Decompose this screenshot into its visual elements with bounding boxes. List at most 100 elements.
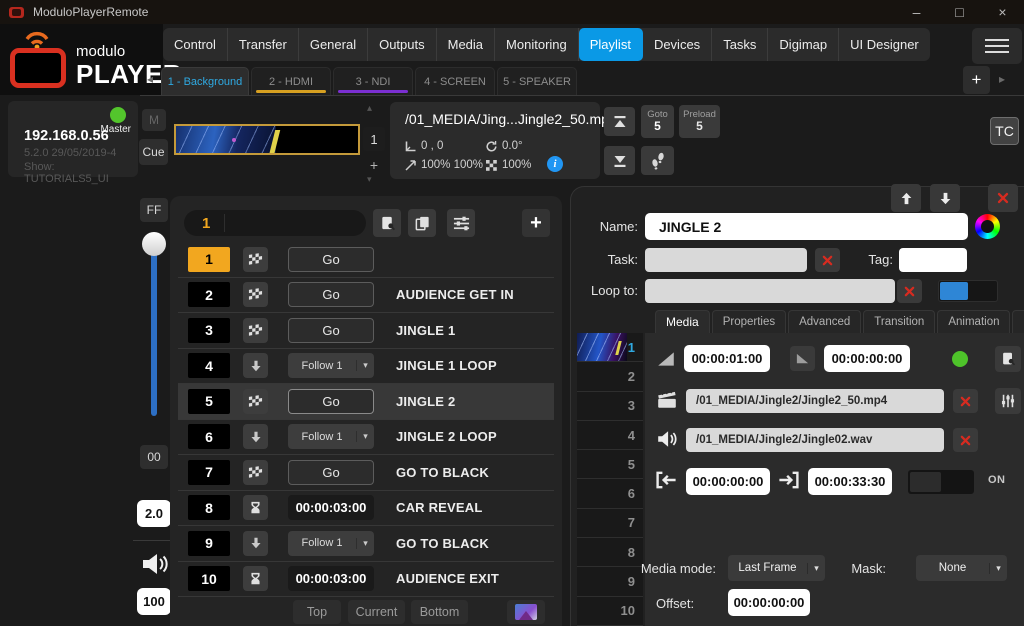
playlist-row[interactable]: 4 Follow 1 ▾ JINGLE 1 LOOP xyxy=(178,349,554,384)
layer-item-7[interactable]: 7 xyxy=(577,508,643,539)
nav-tab-media[interactable]: Media xyxy=(437,28,496,61)
ff-button[interactable]: FF xyxy=(140,198,168,222)
clear-loop-button[interactable] xyxy=(897,279,922,303)
go-top-button[interactable] xyxy=(604,107,635,136)
follow-dropdown[interactable]: Follow 1 ▾ xyxy=(288,530,374,556)
playlist-tab-5[interactable]: 5 - SPEAKER xyxy=(497,67,577,95)
playlist-row[interactable]: 8 00:00:03:00 CAR REVEAL xyxy=(178,491,554,526)
loop-toggle[interactable] xyxy=(938,280,998,302)
delete-cue-button[interactable] xyxy=(988,184,1018,212)
copy-cue-button[interactable] xyxy=(408,209,436,237)
clear-task-button[interactable] xyxy=(815,248,840,272)
speed-slider-track[interactable] xyxy=(151,236,157,416)
current-cue-display[interactable]: 1 xyxy=(184,210,366,236)
media-mode-dropdown[interactable]: Last Frame ▾ xyxy=(728,555,825,581)
move-up-button[interactable] xyxy=(891,184,921,212)
playlist-row[interactable]: 1 Go xyxy=(178,242,554,278)
tag-field[interactable] xyxy=(899,248,967,272)
nav-tab-digimap[interactable]: Digimap xyxy=(768,28,840,61)
move-down-button[interactable] xyxy=(930,184,960,212)
zero-button[interactable]: 00 xyxy=(140,445,168,469)
wait-time-field[interactable]: 00:00:03:00 xyxy=(288,566,374,592)
playlist-row[interactable]: 10 00:00:03:00 AUDIENCE EXIT xyxy=(178,562,554,597)
playlist-settings-button[interactable] xyxy=(447,209,475,237)
add-layer-button[interactable]: + xyxy=(363,156,385,174)
maximize-button[interactable]: □ xyxy=(938,0,981,24)
timecode-button[interactable]: TC xyxy=(990,117,1019,145)
follow-dropdown[interactable]: Follow 1 ▾ xyxy=(288,424,374,450)
thumbnail-view-button[interactable] xyxy=(507,600,545,624)
nav-tab-control[interactable]: Control xyxy=(163,28,228,61)
layer-item-2[interactable]: 2 xyxy=(577,362,643,392)
color-wheel-icon[interactable] xyxy=(975,214,1000,239)
nav-tab-devices[interactable]: Devices xyxy=(643,28,713,61)
scroll-bottom-button[interactable]: Bottom xyxy=(411,600,468,624)
nav-tab-transfer[interactable]: Transfer xyxy=(228,28,299,61)
nav-tab-monitoring[interactable]: Monitoring xyxy=(495,28,579,61)
fade-in-field[interactable]: 00:00:01:00 xyxy=(684,345,770,372)
layer-item-10[interactable]: 10 xyxy=(577,596,643,626)
step-button[interactable] xyxy=(641,146,674,175)
playlist-row[interactable]: 3 Go JINGLE 1 xyxy=(178,313,554,349)
media-adjust-button[interactable] xyxy=(995,388,1021,414)
fade-out-field[interactable]: 00:00:00:00 xyxy=(824,345,910,372)
layer-item-3[interactable]: 3 xyxy=(577,391,643,421)
output-preview[interactable] xyxy=(174,124,360,155)
task-field[interactable] xyxy=(645,248,807,272)
playlist-row[interactable]: 2 Go AUDIENCE GET IN xyxy=(178,278,554,313)
go-button[interactable]: Go xyxy=(288,388,374,414)
tab-media[interactable]: Media xyxy=(655,310,710,333)
out-point-field[interactable]: 00:00:33:30 xyxy=(808,468,892,495)
fade-out-button[interactable] xyxy=(790,346,815,371)
close-button[interactable]: × xyxy=(981,0,1024,24)
tab-transition[interactable]: Transition xyxy=(863,310,936,333)
mask-dropdown[interactable]: None ▾ xyxy=(916,555,1007,581)
loop-to-field[interactable] xyxy=(645,279,895,303)
cue-button[interactable]: Cue xyxy=(139,139,168,165)
copy-media-button[interactable] xyxy=(995,346,1021,372)
playlist-tab-2[interactable]: 2 - HDMI xyxy=(251,67,331,95)
tab-advanced[interactable]: Advanced xyxy=(788,310,862,333)
go-button[interactable]: Go xyxy=(288,459,374,485)
go-button[interactable]: Go xyxy=(288,282,374,308)
paste-cue-button[interactable] xyxy=(373,209,401,237)
go-button[interactable]: Go xyxy=(288,317,374,343)
scroll-current-button[interactable]: Current xyxy=(348,600,405,624)
name-field[interactable]: JINGLE 2 xyxy=(645,213,968,240)
playlist-row[interactable]: 5 Go JINGLE 2 xyxy=(178,384,554,420)
audio-path-field[interactable]: /01_MEDIA/Jingle2/Jingle02.wav xyxy=(686,428,944,452)
layer-item-5[interactable]: 5 xyxy=(577,450,643,480)
clear-video-button[interactable] xyxy=(953,389,978,413)
speed-slider-thumb[interactable] xyxy=(142,232,166,256)
add-playlist-tab-button[interactable]: + xyxy=(963,66,990,94)
tab-fx[interactable]: Fx xyxy=(1012,310,1024,333)
minimize-button[interactable]: – xyxy=(895,0,938,24)
nav-tab-ui-designer[interactable]: UI Designer xyxy=(839,28,930,61)
clear-audio-button[interactable] xyxy=(953,428,978,452)
go-button[interactable]: Go xyxy=(288,246,374,272)
follow-dropdown[interactable]: Follow 1 ▾ xyxy=(288,353,374,379)
goto-button[interactable]: Goto 5 xyxy=(641,105,674,138)
playlist-row[interactable]: 6 Follow 1 ▾ JINGLE 2 LOOP xyxy=(178,420,554,455)
offset-field[interactable]: 00:00:00:00 xyxy=(728,589,810,616)
layer-item-6[interactable]: 6 xyxy=(577,479,643,509)
nav-tab-playlist[interactable]: Playlist xyxy=(578,28,643,61)
subtab-next-icon[interactable]: ▸ xyxy=(999,72,1005,86)
video-path-field[interactable]: /01_MEDIA/Jingle2/Jingle2_50.mp4 xyxy=(686,389,944,413)
nav-tab-outputs[interactable]: Outputs xyxy=(368,28,437,61)
mute-button[interactable]: M xyxy=(142,109,166,131)
playlist-tab-3[interactable]: 3 - NDI xyxy=(333,67,413,95)
layer-item-1[interactable]: 1 xyxy=(577,333,643,363)
nav-tab-tasks[interactable]: Tasks xyxy=(712,28,769,61)
add-cue-button[interactable]: + xyxy=(522,209,550,237)
on-toggle[interactable] xyxy=(908,470,974,494)
scroll-top-button[interactable]: Top xyxy=(293,600,341,624)
info-icon[interactable]: i xyxy=(547,156,563,172)
volume-field[interactable]: 100 xyxy=(137,588,171,615)
nav-tab-general[interactable]: General xyxy=(299,28,369,61)
menu-button[interactable] xyxy=(972,28,1022,64)
layer-down-icon[interactable]: ▾ xyxy=(367,174,372,185)
rate-field[interactable]: 2.0 xyxy=(137,500,171,527)
wait-time-field[interactable]: 00:00:03:00 xyxy=(288,495,374,521)
layer-up-icon[interactable]: ▴ xyxy=(367,103,372,114)
